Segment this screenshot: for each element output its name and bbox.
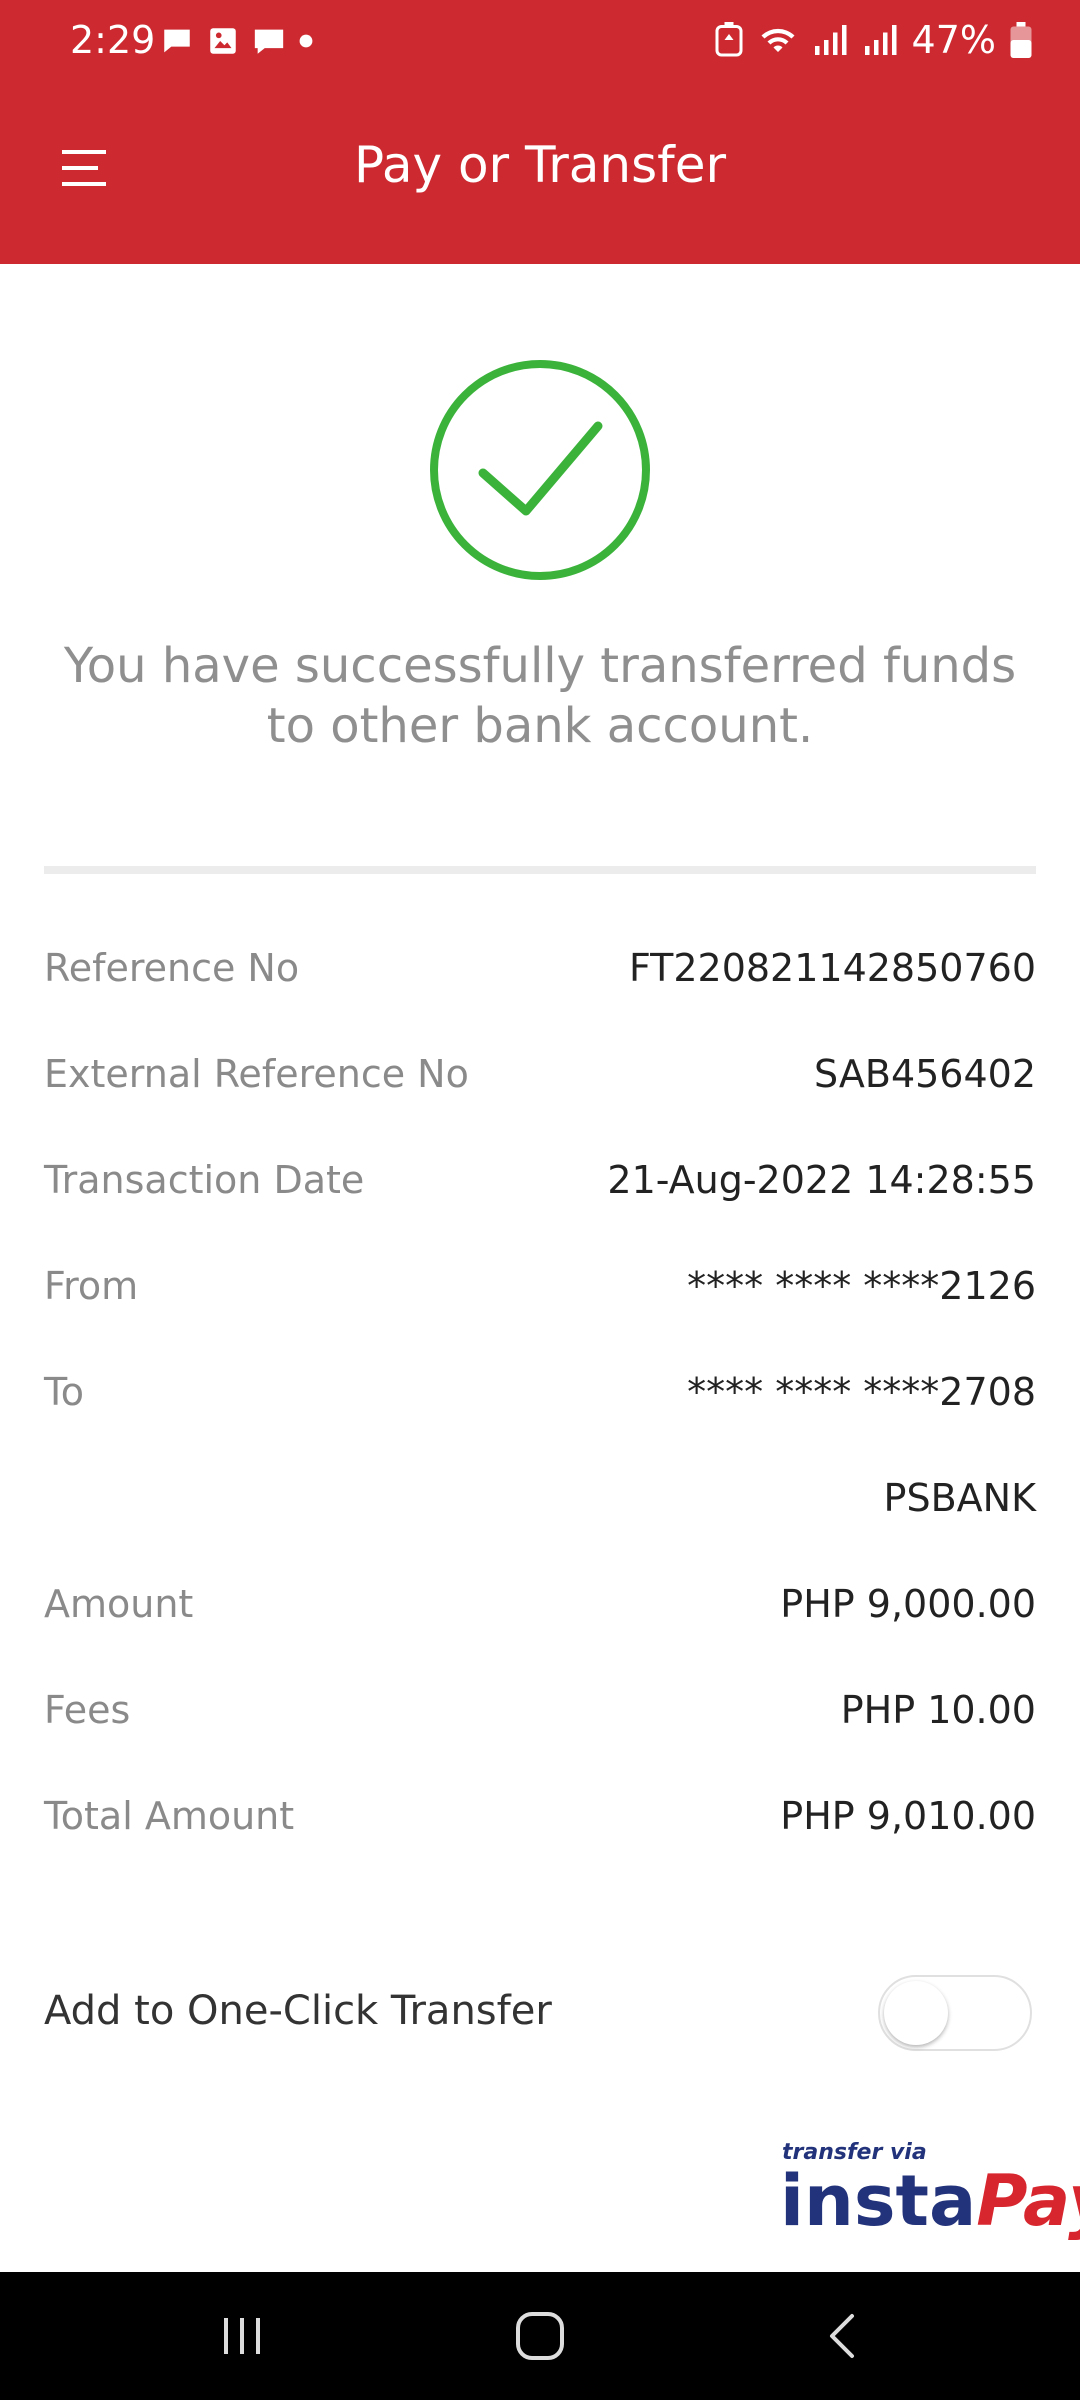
- detail-value: **** **** ****2708: [687, 1370, 1036, 1414]
- page-title: Pay or Transfer: [353, 136, 727, 194]
- detail-label: Fees: [44, 1688, 131, 1732]
- detail-row-amount: Amount PHP 9,000.00: [44, 1582, 1036, 1642]
- app-root: 2:29 47% Pay or Transfer You have succes: [0, 0, 1080, 2400]
- signal-icon: [864, 25, 897, 55]
- detail-label: Transaction Date: [44, 1158, 365, 1202]
- detail-row-from: From **** **** ****2126: [44, 1264, 1036, 1324]
- one-click-toggle[interactable]: [878, 1975, 1032, 2051]
- battery-saver-icon: [715, 22, 743, 57]
- image-icon: [210, 28, 236, 54]
- status-bar: 2:29 47%: [0, 0, 1080, 86]
- battery-icon: [1010, 22, 1032, 58]
- detail-value: PSBANK: [883, 1476, 1036, 1520]
- detail-label: Total Amount: [44, 1794, 295, 1838]
- detail-row-reference: Reference No FT220821142850760: [44, 946, 1036, 1006]
- instapay-logo: transfer via instaPay: [780, 2140, 1080, 2250]
- detail-value: **** **** ****2126: [687, 1264, 1036, 1308]
- battery-percent: 47%: [911, 18, 996, 62]
- detail-value: PHP 9,000.00: [780, 1582, 1036, 1626]
- recent-apps-icon[interactable]: [210, 2304, 274, 2368]
- system-status: 47%: [714, 18, 1032, 62]
- logo-pay-text: Pay: [976, 2160, 1080, 2242]
- detail-row-bank: PSBANK: [44, 1476, 1036, 1536]
- toggle-knob: [884, 1981, 948, 2045]
- logo-insta-text: insta: [780, 2160, 977, 2242]
- detail-row-to: To **** **** ****2708: [44, 1370, 1036, 1430]
- detail-label: Reference No: [44, 946, 300, 990]
- notification-icons: [160, 24, 314, 58]
- detail-value: FT220821142850760: [628, 946, 1036, 990]
- detail-label: From: [44, 1264, 139, 1308]
- detail-value: SAB456402: [814, 1052, 1036, 1096]
- home-icon[interactable]: [508, 2304, 572, 2368]
- divider: [44, 866, 1036, 874]
- dot-icon: [299, 34, 313, 48]
- detail-value: PHP 10.00: [840, 1688, 1036, 1732]
- detail-row-fees: Fees PHP 10.00: [44, 1688, 1036, 1748]
- logo-wordmark: instaPay: [780, 2160, 1080, 2242]
- app-header: Pay or Transfer: [0, 86, 1080, 264]
- back-icon[interactable]: [812, 2304, 876, 2368]
- detail-row-transaction-date: Transaction Date 21-Aug-2022 14:28:55: [44, 1158, 1036, 1218]
- wifi-icon: [761, 28, 795, 52]
- success-message: You have successfully transferred funds …: [63, 638, 1017, 754]
- check-circle-icon: [430, 360, 650, 580]
- detail-value: PHP 9,010.00: [780, 1794, 1036, 1838]
- detail-row-external-reference: External Reference No SAB456402: [44, 1052, 1036, 1112]
- detail-row-total-amount: Total Amount PHP 9,010.00: [44, 1794, 1036, 1854]
- detail-label: To: [44, 1370, 85, 1414]
- one-click-label: Add to One-Click Transfer: [44, 1988, 552, 2034]
- navigation-bar: [0, 2272, 1080, 2400]
- chat-icon: [164, 29, 190, 53]
- status-time: 2:29: [70, 18, 156, 62]
- message-icon: [254, 29, 284, 54]
- signal-icon: [814, 25, 847, 55]
- detail-label: External Reference No: [44, 1052, 469, 1096]
- detail-value: 21-Aug-2022 14:28:55: [607, 1158, 1036, 1202]
- detail-label: Amount: [44, 1582, 194, 1626]
